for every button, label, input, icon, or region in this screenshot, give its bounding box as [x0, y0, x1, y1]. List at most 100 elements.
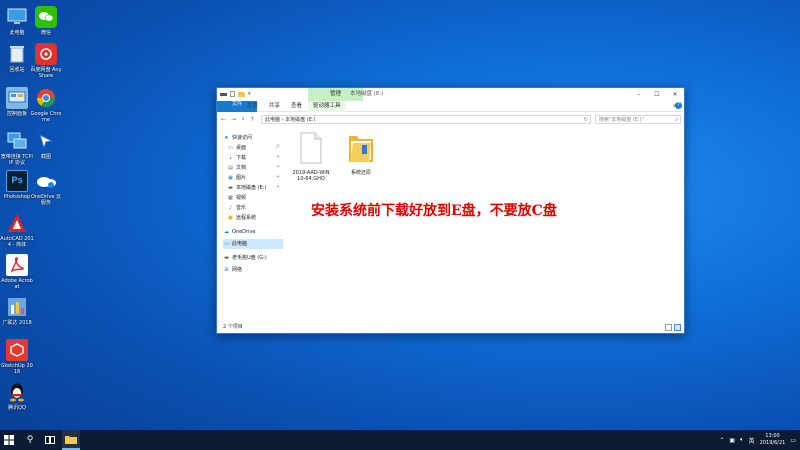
desktop-icon-autocad[interactable]: AutoCAD 2014 - 简体: [0, 212, 34, 248]
clock-date: 2019/6/21: [759, 440, 786, 446]
chrome-icon: [35, 87, 57, 109]
new-folder-icon[interactable]: [238, 91, 245, 97]
nav-item-documents[interactable]: ▤ 文档 ✦: [227, 163, 284, 173]
onedrive-icon: [35, 170, 57, 192]
nav-item-downloads[interactable]: ↓ 下载 ✦: [227, 153, 284, 163]
help-icon[interactable]: ?: [675, 102, 682, 109]
glodon-icon: [6, 296, 28, 318]
nav-item-usb-drive-g[interactable]: ▬ 老毛桃U盘 (G:): [223, 253, 290, 263]
title-bar[interactable]: ▾ 管理 本地磁盘 (E:) – ☐ ✕: [217, 88, 684, 101]
desktop-icon: ▭: [228, 145, 233, 151]
chevron-down-icon[interactable]: ▾: [248, 91, 251, 97]
nav-item-network[interactable]: ⊞ 网络: [223, 265, 290, 275]
folder-icon: [341, 132, 381, 166]
network-icon: [6, 130, 28, 152]
desktop-icon-sketchup[interactable]: SketchUp 2018: [0, 339, 34, 375]
nav-item-music[interactable]: ♪ 音乐: [227, 203, 284, 213]
file-item-gho[interactable]: 2019-AAD-WIN10-64.GHO: [291, 132, 331, 182]
anyshare-icon: [35, 43, 57, 65]
volume-icon[interactable]: 🔈︎: [740, 436, 744, 444]
file-list: 2019-AAD-WIN10-64.GHO 系统还原: [285, 128, 684, 323]
network-icon: ⊞: [224, 267, 229, 273]
quick-access-toolbar: ▾: [220, 91, 251, 97]
file-explorer-icon: [65, 435, 77, 444]
properties-icon[interactable]: [230, 91, 235, 97]
desktop-icon-wechat[interactable]: 微信: [29, 6, 63, 36]
recent-chevron-icon[interactable]: ∨: [241, 113, 245, 126]
window-title: 本地磁盘 (E:): [350, 91, 384, 97]
photoshop-icon: Ps: [6, 170, 28, 192]
desktop-icon-onedrive[interactable]: OneDrive 云服务: [29, 170, 63, 206]
video-icon: ▦: [228, 195, 233, 201]
picture-icon: ▣: [228, 175, 233, 181]
snip-icon: [35, 130, 57, 152]
notification-icon[interactable]: ▭: [790, 437, 796, 444]
navigation-buttons: ← → ∨ ↑: [221, 113, 255, 126]
qq-icon: [6, 381, 28, 403]
tab-drive-tools[interactable]: 驱动器工具: [308, 101, 346, 112]
pin-icon: ✦: [276, 175, 280, 180]
system-tray: ⌃ ▣ 🔈︎ 英 13:00 2019/6/21 ▭: [719, 430, 796, 450]
desktop-icon-glodon[interactable]: 广联达 2018: [0, 296, 34, 326]
clock[interactable]: 13:00 2019/6/21: [760, 433, 786, 447]
maximize-button[interactable]: ☐: [648, 88, 666, 101]
chevron-up-icon[interactable]: ⌃: [719, 437, 724, 444]
address-bar[interactable]: 此电脑 › 本地磁盘 (E:) ↻: [261, 115, 591, 124]
nav-item-this-pc[interactable]: ▭ 此电脑: [223, 239, 283, 249]
desktop-icon-qq[interactable]: 腾讯QQ: [0, 381, 34, 411]
download-icon: ↓: [228, 155, 233, 161]
desktop-icon-chrome[interactable]: Google Chrome: [29, 87, 63, 123]
taskbar-file-explorer[interactable]: [62, 430, 80, 450]
star-icon: ★: [224, 135, 229, 141]
tab-share[interactable]: 共享: [264, 101, 285, 112]
address-path: 此电脑 › 本地磁盘 (E:): [265, 117, 316, 123]
wechat-icon: [35, 6, 57, 28]
close-button[interactable]: ✕: [666, 88, 684, 101]
search-placeholder: 搜索"本地磁盘 (E:)": [599, 117, 644, 123]
nav-item-videos[interactable]: ▦ 视频: [227, 193, 284, 203]
search-button[interactable]: ⚲: [21, 430, 39, 450]
search-input[interactable]: 搜索"本地磁盘 (E:)" ⌕: [595, 115, 681, 124]
autocad-icon: [6, 212, 28, 234]
nav-item-remote-system[interactable]: ■ 远程系统: [227, 213, 284, 223]
status-bar: 2 个项目: [217, 322, 684, 333]
task-view-button[interactable]: [41, 430, 59, 450]
network-status-icon[interactable]: ▣: [729, 437, 735, 444]
windows-logo-icon: [4, 435, 14, 445]
drive-icon: [220, 92, 227, 96]
up-arrow-icon[interactable]: ↑: [250, 113, 255, 126]
nav-item-local-disk-e[interactable]: ▬ 本地磁盘 (E:) ✦: [227, 183, 284, 193]
view-switcher: [665, 324, 681, 331]
computer-icon: ▭: [224, 241, 229, 247]
forward-arrow-icon[interactable]: →: [231, 113, 236, 126]
ime-indicator[interactable]: 英: [749, 436, 755, 445]
minimize-button[interactable]: –: [630, 88, 648, 101]
nav-item-pictures[interactable]: ▣ 图片 ✦: [227, 173, 284, 183]
search-icon[interactable]: ⌕: [675, 116, 678, 124]
refresh-icon[interactable]: ↻: [584, 116, 588, 124]
desktop-icon-anyshare[interactable]: 百度网盘 AnyShare: [29, 43, 63, 79]
nav-item-desktop[interactable]: ▭ 桌面 📌︎: [227, 143, 284, 153]
music-icon: ♪: [228, 205, 233, 211]
computer-icon: [6, 6, 28, 28]
pin-icon: ✦: [276, 165, 280, 170]
clock-time: 13:00: [765, 433, 780, 439]
window-controls: – ☐ ✕: [630, 88, 684, 101]
nav-item-onedrive[interactable]: ☁ OneDrive: [223, 227, 290, 237]
nav-item-quick-access[interactable]: ★ 快速访问: [223, 133, 290, 143]
details-view-icon[interactable]: [665, 324, 672, 331]
tab-home[interactable]: 主页: [242, 101, 263, 112]
desktop-icon-acrobat[interactable]: Adobe Acrobat: [0, 254, 34, 290]
instruction-annotation: 安装系统前下载好放到E盘，不要放C盘: [311, 203, 557, 219]
large-icons-view-icon[interactable]: [674, 324, 681, 331]
back-arrow-icon[interactable]: ←: [221, 113, 226, 126]
taskbar: ⚲ ⌃ ▣ 🔈︎ 英 13:00 2019/6/21 ▭: [0, 430, 800, 450]
file-item-folder[interactable]: 系统还原: [341, 132, 381, 176]
item-count: 2 个项目: [223, 324, 243, 330]
pin-icon: ✦: [276, 185, 280, 190]
desktop-icon-snip[interactable]: 截图: [29, 130, 63, 160]
onedrive-icon: ☁: [224, 229, 229, 235]
start-button[interactable]: [0, 430, 18, 450]
tab-view[interactable]: 查看: [286, 101, 307, 112]
control-panel-icon: [6, 87, 28, 109]
